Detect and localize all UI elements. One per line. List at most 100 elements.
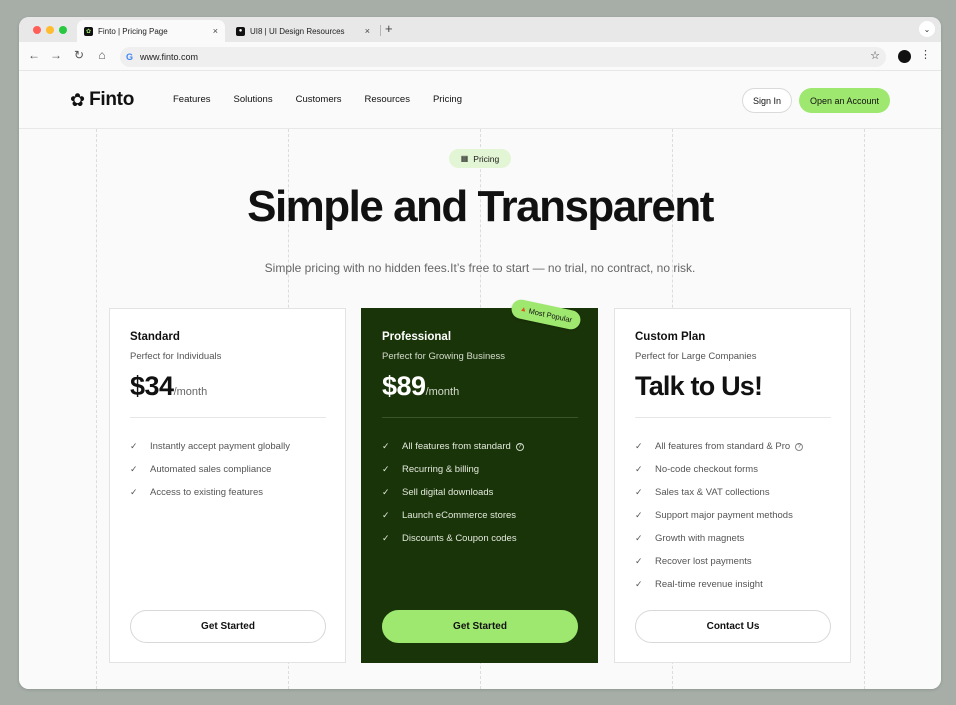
price-period: /month	[425, 386, 460, 398]
feature-item: ✓ Launch eCommerce stores	[382, 504, 524, 527]
price-amount: $34	[130, 371, 174, 401]
new-tab-button[interactable]: +	[385, 21, 393, 36]
feature-item: ✓ Sell digital downloads	[382, 481, 524, 504]
feature-text: Instantly accept payment globally	[150, 441, 290, 452]
check-icon: ✓	[635, 441, 643, 451]
check-icon: ✓	[382, 487, 390, 497]
contact-us-button[interactable]: Contact Us	[635, 610, 831, 643]
feature-item: ✓ Access to existing features	[130, 481, 290, 504]
price-period: /month	[173, 386, 208, 398]
feature-text: All features from standard & Pro	[655, 441, 791, 452]
site-header: ✿ Finto Features Solutions Customers Res…	[19, 72, 941, 129]
plan-tagline: Perfect for Growing Business	[382, 351, 506, 362]
pricing-page: ✿ Finto Features Solutions Customers Res…	[19, 72, 941, 689]
brand-name: Finto	[89, 89, 135, 110]
google-icon: G	[126, 52, 134, 62]
address-bar[interactable]: G www.finto.com ☆	[120, 47, 886, 67]
forward-arrow-icon[interactable]: →	[48, 48, 64, 62]
plan-price: $34/month	[130, 371, 207, 402]
feature-text: Support major payment methods	[655, 510, 793, 521]
tab-title: Finto | Pricing Page	[98, 26, 168, 36]
feature-item: ✓ Recover lost payments	[635, 550, 803, 573]
divider	[130, 417, 326, 418]
help-icon[interactable]: ?	[515, 442, 524, 451]
feature-item: ✓ Real-time revenue insight	[635, 573, 803, 596]
back-arrow-icon[interactable]: ←	[26, 48, 42, 62]
close-window-button[interactable]	[33, 26, 41, 34]
help-icon[interactable]: ?	[795, 442, 804, 451]
page-subtitle: Simple pricing with no hidden fees.It’s …	[264, 261, 696, 275]
check-icon: ✓	[130, 441, 138, 451]
feature-list: ✓ All features from standard? ✓ Recurring …	[382, 435, 524, 550]
minimize-window-button[interactable]	[46, 26, 54, 34]
feature-text: All features from standard	[402, 441, 511, 452]
feature-item: ✓ Support major payment methods	[635, 504, 803, 527]
tab-search-chevron-icon[interactable]: ⌄	[919, 21, 935, 37]
feature-item: ✓ Sales tax & VAT collections	[635, 481, 803, 504]
flower-logo-icon: ✿	[70, 89, 86, 110]
check-icon: ✓	[635, 579, 643, 589]
tab-divider	[380, 25, 381, 36]
feature-item: ✓ Recurring & billing	[382, 458, 524, 481]
home-icon[interactable]: ⌂	[94, 48, 110, 62]
check-icon: ✓	[130, 487, 138, 497]
get-started-button[interactable]: Get Started	[130, 610, 326, 643]
nav-link-pricing[interactable]: Pricing	[433, 94, 462, 105]
open-account-button[interactable]: Open an Account	[799, 88, 890, 113]
browser-menu-icon[interactable]: ⋮	[920, 48, 931, 61]
bookmark-star-icon[interactable]: ☆	[870, 49, 880, 62]
url-text: www.finto.com	[140, 52, 199, 62]
section-pill: ▦ Pricing	[449, 149, 511, 168]
feature-item: ✓ No-code checkout forms	[635, 458, 803, 481]
nav-link-features[interactable]: Features	[173, 94, 211, 105]
nav-link-solutions[interactable]: Solutions	[234, 94, 273, 105]
pill-label: Pricing	[473, 153, 500, 164]
feature-item: ✓ Growth with magnets	[635, 527, 803, 550]
plan-card-professional: Professional Perfect for Growing Busines…	[361, 308, 598, 663]
check-icon: ✓	[635, 487, 643, 497]
check-icon: ✓	[635, 556, 643, 566]
finto-favicon-icon: ✿	[84, 26, 93, 36]
nav-link-resources[interactable]: Resources	[365, 94, 410, 105]
price-amount: $89	[382, 371, 426, 401]
plan-name: Custom Plan	[635, 331, 706, 343]
plan-name: Standard	[130, 331, 180, 343]
nav-link-customers[interactable]: Customers	[296, 94, 342, 105]
feature-list: ✓ All features from standard & Pro? ✓ No-c…	[635, 435, 804, 596]
divider	[635, 417, 831, 418]
check-icon: ✓	[635, 510, 643, 520]
plan-price: $89/month	[382, 371, 459, 402]
tab-ui8[interactable]: ● UI8 | UI Design Resources ×	[229, 20, 377, 42]
brand-logo[interactable]: ✿ Finto	[70, 89, 134, 111]
tab-finto[interactable]: ✿ Finto | Pricing Page ×	[77, 20, 225, 42]
maximize-window-button[interactable]	[59, 26, 67, 34]
plan-tagline: Perfect for Individuals	[130, 351, 222, 362]
plan-card-standard: Standard Perfect for Individuals $34/mon…	[109, 308, 346, 663]
browser-window: ✿ Finto | Pricing Page × ● UI8 | UI Desi…	[19, 17, 941, 689]
feature-text: Growth with magnets	[655, 533, 745, 544]
get-started-button[interactable]: Get Started	[382, 610, 578, 643]
check-icon: ✓	[382, 441, 390, 451]
tab-title: UI8 | UI Design Resources	[250, 26, 345, 36]
tab-close-icon[interactable]: ×	[365, 26, 370, 36]
feature-list: ✓ Instantly accept payment globally ✓ Auto…	[130, 435, 290, 504]
plan-name: Professional	[382, 331, 452, 343]
feature-text: Recurring & billing	[402, 464, 480, 475]
reload-icon[interactable]: ↻	[71, 48, 87, 62]
feature-text: Automated sales compliance	[150, 464, 272, 475]
plan-card-custom: Custom Plan Perfect for Large Companies …	[614, 308, 851, 663]
profile-avatar[interactable]	[898, 50, 911, 63]
sign-in-button[interactable]: Sign In	[742, 88, 792, 113]
feature-text: No-code checkout forms	[655, 464, 758, 475]
tab-close-icon[interactable]: ×	[213, 26, 218, 36]
feature-item: ✓ Instantly accept payment globally	[130, 435, 290, 458]
feature-text: Real-time revenue insight	[655, 579, 763, 590]
check-icon: ✓	[382, 510, 390, 520]
feature-text: Launch eCommerce stores	[402, 510, 517, 521]
feature-text: Sales tax & VAT collections	[655, 487, 770, 498]
address-toolbar: ← → ↻ ⌂ G www.finto.com ☆ ⋮	[19, 42, 941, 71]
feature-text: Sell digital downloads	[402, 487, 494, 498]
badge-label: Most Popular	[527, 306, 573, 325]
fire-icon: ▲	[519, 305, 528, 314]
plan-headline: Talk to Us!	[635, 371, 763, 401]
